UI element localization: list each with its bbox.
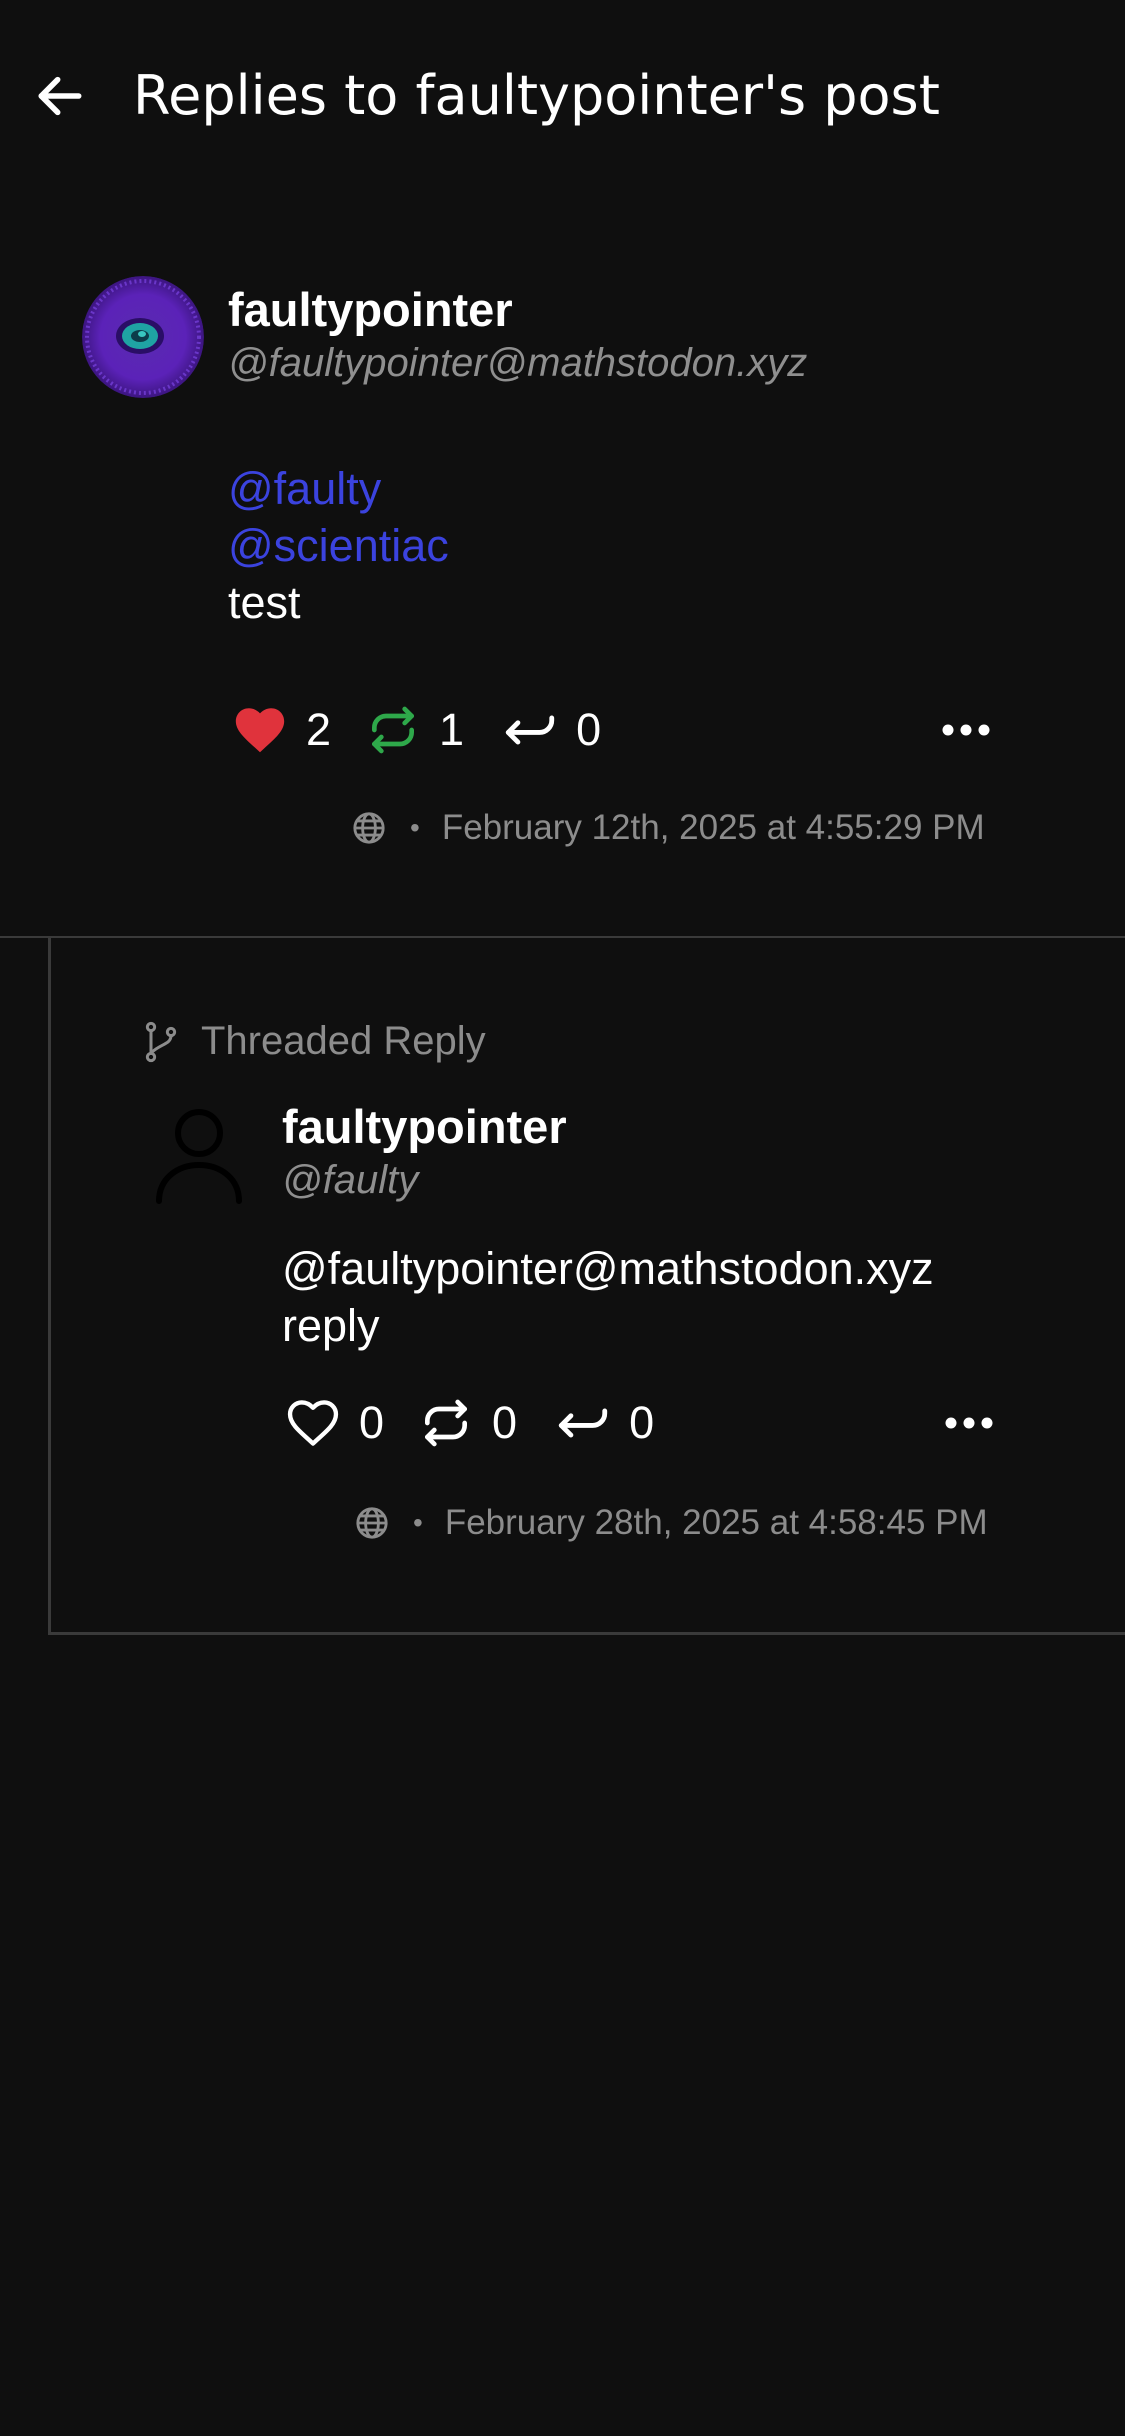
page-title: Replies to faultypointer's post xyxy=(133,64,940,127)
separator-dot: • xyxy=(410,812,420,843)
author-name[interactable]: faultypointer xyxy=(228,282,513,338)
reply-arrow-icon xyxy=(551,1391,615,1455)
reply-author-handle[interactable]: @faulty xyxy=(282,1155,418,1205)
repeat-icon xyxy=(414,1391,478,1455)
globe-icon xyxy=(355,1506,389,1540)
author-handle[interactable]: @faultypointer@mathstodon.xyz xyxy=(228,338,807,388)
git-branch-icon xyxy=(141,1020,181,1064)
boost-count: 0 xyxy=(492,1397,518,1448)
mention-link[interactable]: @faulty xyxy=(228,460,449,517)
reply-button[interactable]: 0 xyxy=(551,1391,654,1455)
like-button[interactable]: 0 xyxy=(281,1391,384,1455)
boost-button[interactable]: 0 xyxy=(414,1391,517,1455)
reply-content: @faultypointer@mathstodon.xyz reply xyxy=(282,1240,934,1354)
reply-author-name[interactable]: faultypointer xyxy=(282,1099,567,1155)
reply-actions: 0 0 0 xyxy=(281,1388,654,1458)
reply-count: 0 xyxy=(576,704,602,755)
like-count: 2 xyxy=(306,704,332,755)
threaded-reply-label: Threaded Reply xyxy=(141,1019,486,1064)
post-timestamp[interactable]: February 12th, 2025 at 4:55:29 PM xyxy=(442,808,985,848)
post-meta: • February 12th, 2025 at 4:55:29 PM xyxy=(352,808,985,848)
arrow-left-icon xyxy=(38,76,82,116)
app-header: Replies to faultypointer's post xyxy=(0,0,1125,190)
more-horizontal-icon xyxy=(942,724,990,736)
post-content: @faulty @scientiac test xyxy=(228,460,449,631)
repeat-icon xyxy=(361,698,425,762)
threaded-reply-text: Threaded Reply xyxy=(201,1019,486,1063)
heart-filled-icon xyxy=(228,698,292,762)
like-count: 0 xyxy=(359,1397,385,1448)
more-options-button[interactable] xyxy=(934,698,998,762)
like-button[interactable]: 2 xyxy=(228,698,331,762)
threaded-reply-container: Threaded Reply faultypointer @faulty @fa… xyxy=(48,937,1125,1635)
mention-link[interactable]: @scientiac xyxy=(228,517,449,574)
main-post: faultypointer @faultypointer@mathstodon.… xyxy=(0,190,1125,936)
back-button[interactable] xyxy=(28,64,92,128)
globe-icon xyxy=(352,811,386,845)
reply-arrow-icon xyxy=(498,698,562,762)
boost-button[interactable]: 1 xyxy=(361,698,464,762)
heart-outline-icon xyxy=(281,1391,345,1455)
reply-meta: • February 28th, 2025 at 4:58:45 PM xyxy=(355,1503,988,1543)
post-text: test xyxy=(228,577,301,628)
avatar[interactable] xyxy=(82,276,204,398)
default-avatar-icon[interactable] xyxy=(151,1107,247,1207)
separator-dot: • xyxy=(413,1507,423,1538)
more-horizontal-icon xyxy=(945,1417,993,1429)
reply-button[interactable]: 0 xyxy=(498,698,601,762)
reply-text-line: @faultypointer@mathstodon.xyz xyxy=(282,1243,934,1294)
reply-text-line: reply xyxy=(282,1300,380,1351)
post-actions: 2 1 0 xyxy=(228,695,601,765)
boost-count: 1 xyxy=(439,704,465,755)
reply-count: 0 xyxy=(629,1397,655,1448)
reply-timestamp[interactable]: February 28th, 2025 at 4:58:45 PM xyxy=(445,1503,988,1543)
more-options-button[interactable] xyxy=(937,1391,1001,1455)
